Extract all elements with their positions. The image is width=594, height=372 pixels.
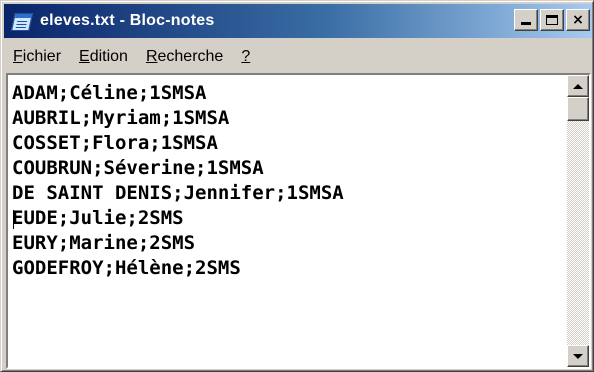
text-line: DE SAINT DENIS;Jennifer;1SMSA [12,182,344,204]
text-line: COUBRUN;Séverine;1SMSA [12,157,264,179]
text-line: ADAM;Céline;1SMSA [12,82,207,104]
menu-accel: E [79,48,90,65]
scroll-up-button[interactable] [567,75,589,97]
arrow-down-icon [573,353,583,359]
window-controls: × [514,9,590,31]
maximize-icon [546,15,558,25]
menu-accel: F [13,48,23,65]
menu-bar: Fichier Edition Recherche ? [4,43,592,71]
text-line: COSSET;Flora;1SMSA [12,132,218,154]
menu-label: ichier [22,48,62,65]
menu-label: dition [89,48,128,65]
text-line-caret: EUDE;Julie;2SMS [12,206,562,231]
menu-accel: R [145,48,158,65]
text-line: GODEFROY;Hélène;2SMS [12,257,241,279]
title-bar[interactable]: eleves.txt - Bloc-notes × [4,4,592,38]
text-caret [13,210,14,229]
arrow-up-icon [573,83,583,89]
maximize-button[interactable] [540,9,564,31]
menu-help[interactable]: ? [232,48,259,66]
text-line: EUDE;Julie;2SMS [12,207,184,229]
menu-recherche[interactable]: Recherche [137,48,232,66]
window-title: eleves.txt - Bloc-notes [40,12,215,29]
notepad-icon[interactable] [10,10,33,32]
close-button[interactable]: × [566,9,590,31]
text-content[interactable]: ADAM;Céline;1SMSA AUBRIL;Myriam;1SMSA CO… [12,81,562,361]
close-icon: × [572,12,584,28]
scroll-down-button[interactable] [567,345,589,367]
vertical-scrollbar[interactable] [567,75,589,367]
notepad-window: eleves.txt - Bloc-notes × Fichier Editio… [0,0,594,372]
scroll-thumb[interactable] [567,97,589,121]
text-editor[interactable]: ADAM;Céline;1SMSA AUBRIL;Myriam;1SMSA CO… [6,73,591,369]
text-line: EURY;Marine;2SMS [12,232,196,254]
text-line: AUBRIL;Myriam;1SMSA [12,107,230,129]
minimize-button[interactable] [514,9,538,31]
menu-fichier[interactable]: Fichier [4,48,70,66]
menu-accel: ? [241,48,251,65]
minimize-icon [521,22,531,25]
menu-label: echerche [157,48,224,65]
menu-edition[interactable]: Edition [70,48,137,66]
